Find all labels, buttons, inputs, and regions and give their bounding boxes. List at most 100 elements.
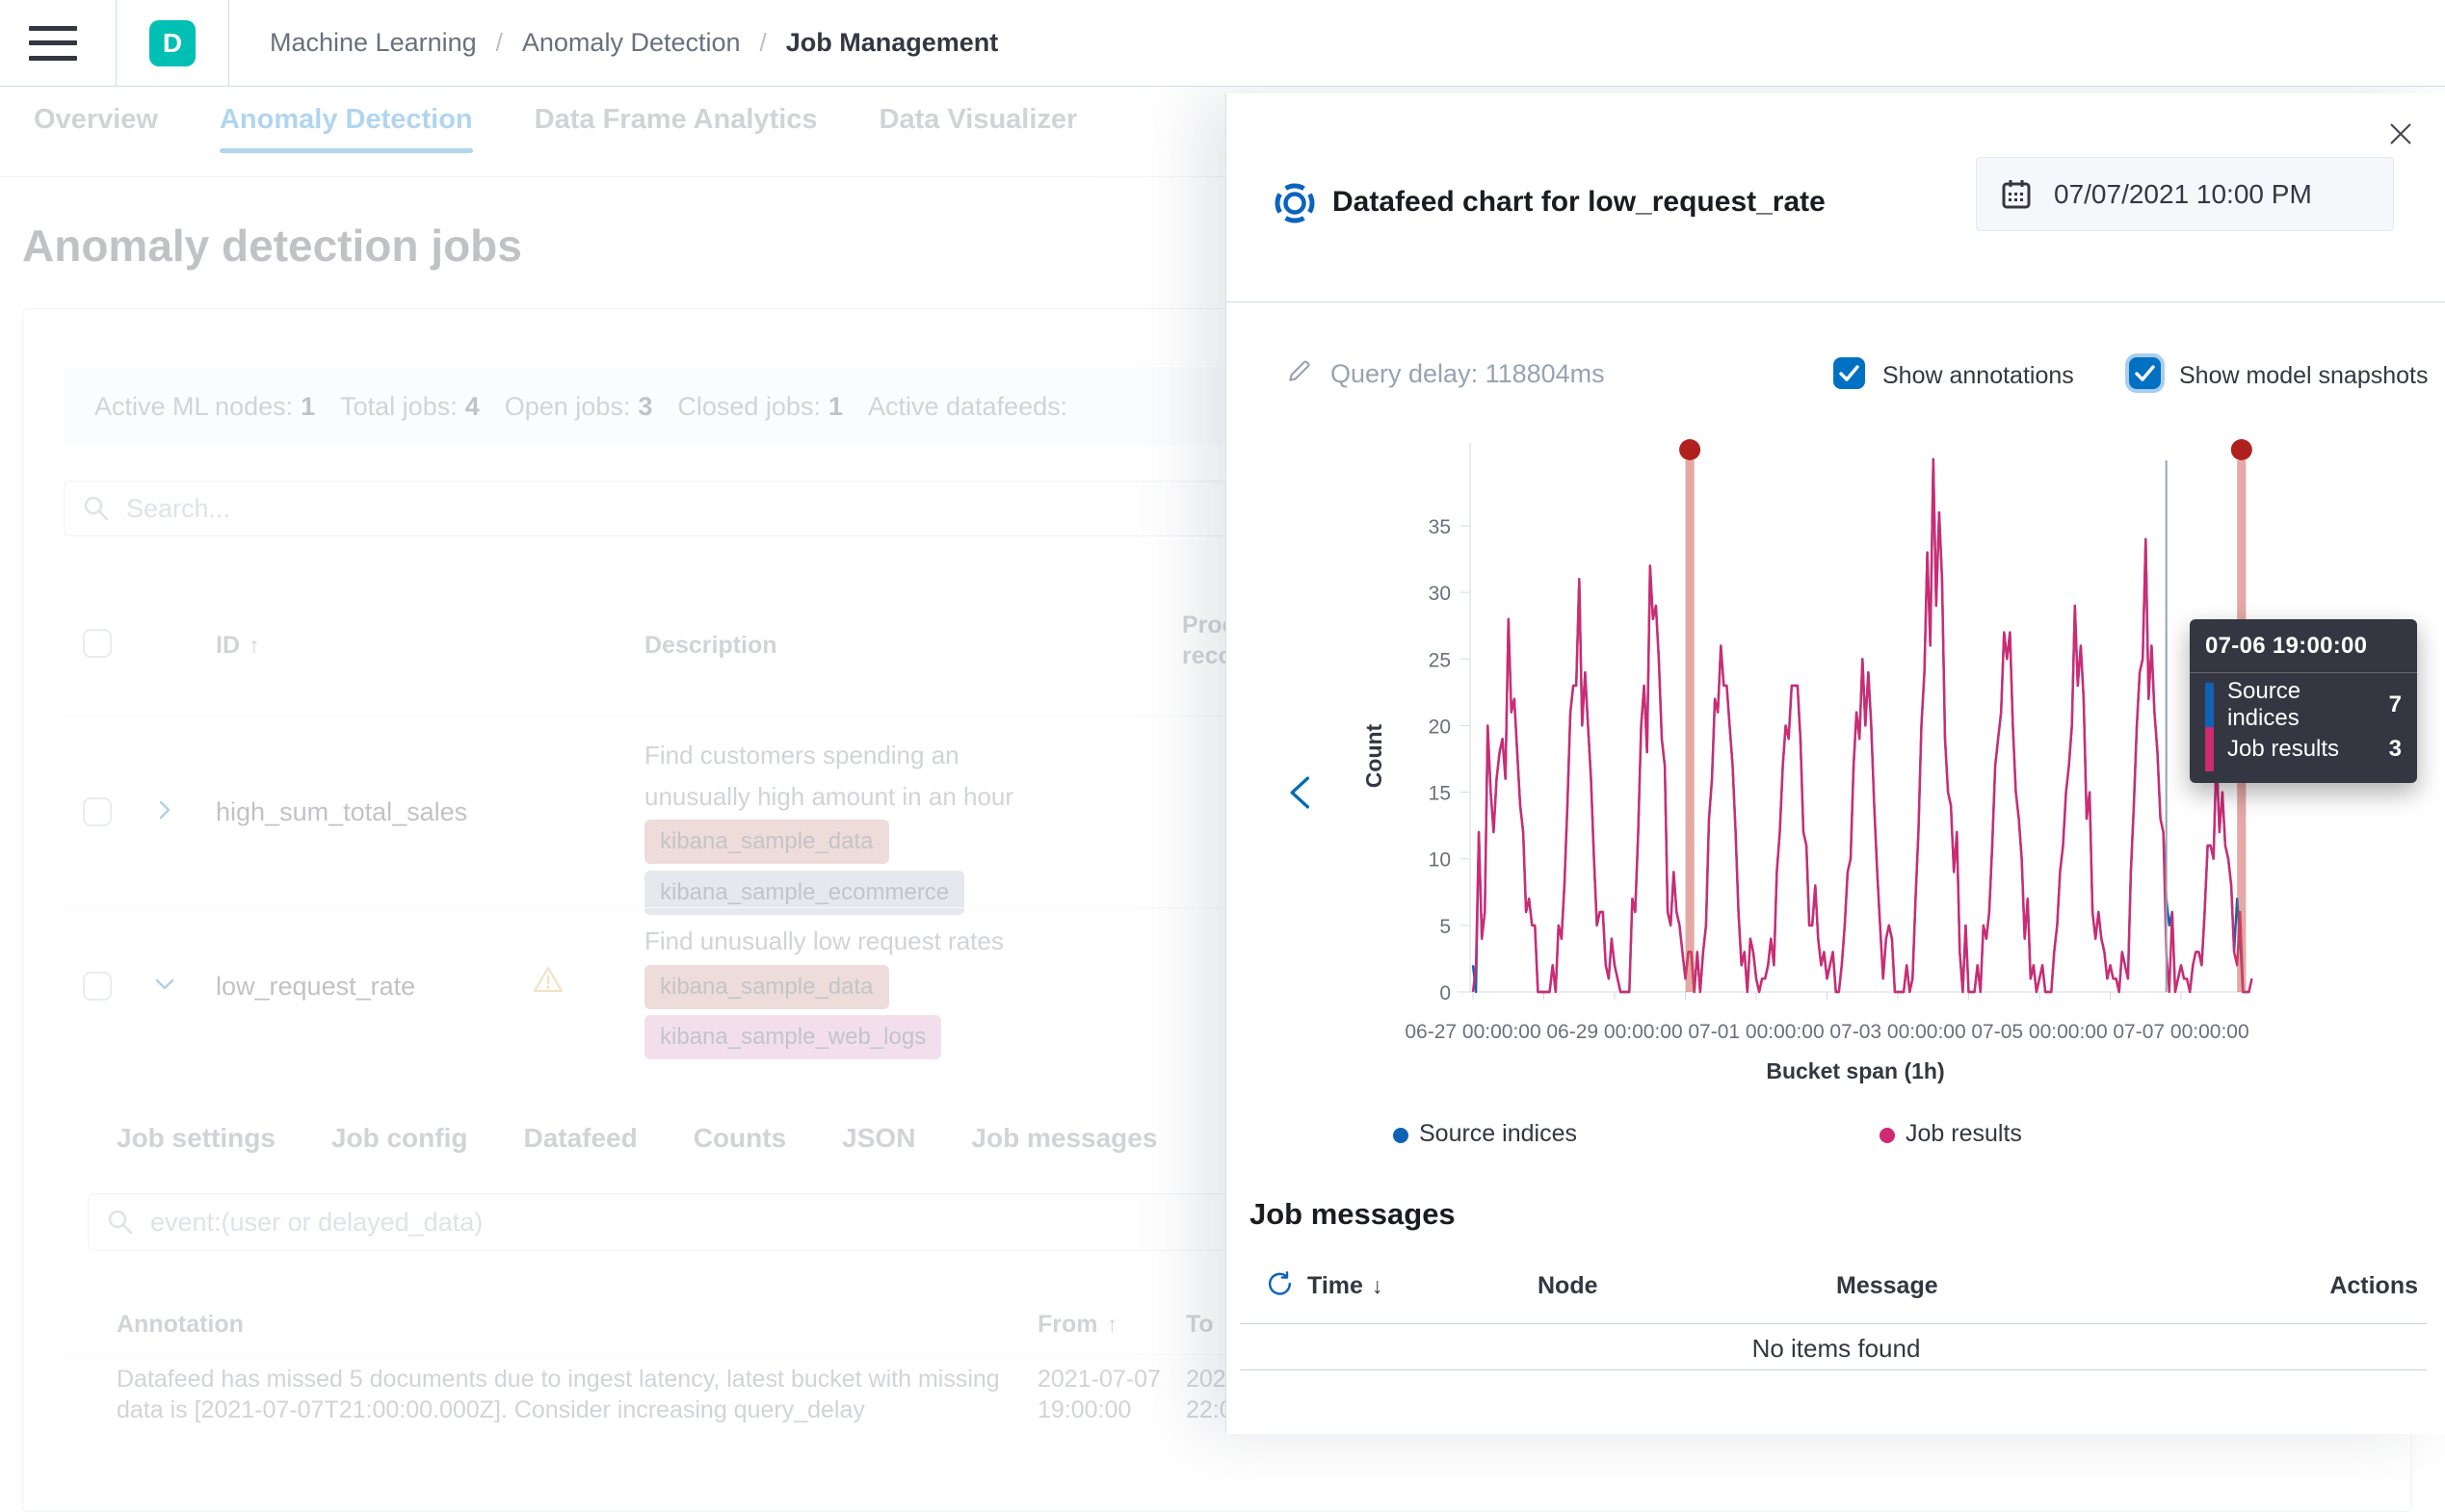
breadcrumb-job-management: Job Management	[786, 28, 999, 58]
svg-text:06-29 00:00:00: 06-29 00:00:00	[1546, 1021, 1682, 1043]
row-checkbox[interactable]	[83, 972, 112, 1001]
tab-data-visualizer[interactable]: Data Visualizer	[880, 104, 1078, 169]
sort-asc-icon: ↑	[1107, 1312, 1118, 1337]
index-badge: kibana_sample_data	[644, 965, 889, 1009]
svg-text:07-05 00:00:00: 07-05 00:00:00	[1971, 1021, 2107, 1043]
svg-text:07-03 00:00:00: 07-03 00:00:00	[1829, 1021, 1965, 1043]
svg-text:30: 30	[1429, 583, 1451, 605]
index-badge: kibana_sample_web_logs	[644, 1015, 941, 1059]
column-header-actions: Actions	[2329, 1272, 2418, 1300]
tab-anomaly-detection[interactable]: Anomaly Detection	[220, 104, 473, 169]
stat-active-ml-nodes: Active ML nodes:1	[94, 392, 315, 422]
stat-total-jobs: Total jobs:4	[340, 392, 480, 422]
legend-dot-job-results	[1880, 1128, 1895, 1143]
svg-text:07-01 00:00:00: 07-01 00:00:00	[1688, 1021, 1824, 1043]
annotation-text-line2: data is [2021-07-07T21:00:00.000Z]. Cons…	[117, 1396, 865, 1424]
tooltip-series-value: 3	[2389, 736, 2402, 763]
tooltip-series-label: Source indices	[2227, 678, 2376, 732]
flyout-title: Datafeed chart for low_request_rate	[1332, 186, 1826, 219]
legend-item-job-results[interactable]: Job results	[1906, 1120, 2022, 1148]
column-header-id[interactable]: ID↑	[216, 632, 260, 660]
tooltip-series-label: Job results	[2227, 736, 2376, 763]
chart-tooltip: 07-06 19:00:00 Source indices 7 Job resu…	[2190, 619, 2417, 783]
tab-datafeed[interactable]: Datafeed	[523, 1123, 637, 1154]
legend-dot-source-indices	[1393, 1128, 1408, 1143]
annotation-from-time: 19:00:00	[1038, 1396, 1131, 1424]
app-header: D Machine Learning Anomaly Detection Job…	[0, 0, 2445, 87]
tooltip-series-value: 7	[2389, 691, 2402, 718]
chevron-left-icon[interactable]	[1280, 768, 1325, 818]
svg-text:5: 5	[1439, 916, 1451, 938]
svg-text:06-27 00:00:00: 06-27 00:00:00	[1405, 1021, 1540, 1043]
row-checkbox[interactable]	[83, 797, 112, 826]
date-picker-value: 07/07/2021 10:00 PM	[2054, 179, 2312, 210]
tab-job-config[interactable]: Job config	[331, 1123, 468, 1154]
job-description-line1: Find customers spending an	[644, 741, 960, 770]
column-header-time[interactable]: Time↓	[1307, 1272, 1382, 1300]
show-model-snapshots-checkbox[interactable]	[2129, 357, 2161, 389]
refresh-icon[interactable]	[1265, 1270, 1294, 1299]
main-nav-tabs: Overview Anomaly Detection Data Frame An…	[34, 104, 1077, 169]
job-description-line1: Find unusually low request rates	[644, 926, 1004, 956]
stat-active-datafeeds: Active datafeeds:	[868, 392, 1075, 422]
close-icon[interactable]	[2379, 113, 2422, 155]
series-color-swatch	[2205, 727, 2214, 771]
tab-data-frame-analytics[interactable]: Data Frame Analytics	[535, 104, 818, 169]
chevron-down-icon[interactable]	[150, 970, 179, 999]
index-badge: kibana_sample_ecommerce	[644, 871, 964, 915]
svg-text:10: 10	[1429, 849, 1451, 872]
chevron-right-icon[interactable]	[150, 795, 179, 824]
edit-pencil-icon[interactable]	[1286, 357, 1313, 384]
header-divider	[116, 0, 117, 86]
date-picker[interactable]: 07/07/2021 10:00 PM	[1976, 157, 2394, 231]
legend-item-source-indices[interactable]: Source indices	[1419, 1120, 1577, 1148]
warning-icon	[532, 964, 565, 997]
annotation-text-line1: Datafeed has missed 5 documents due to i…	[117, 1366, 1000, 1394]
select-all-checkbox[interactable]	[83, 629, 112, 658]
svg-text:Count: Count	[1361, 723, 1386, 788]
show-annotations-checkbox[interactable]	[1833, 357, 1865, 389]
datafeed-chart-container: 0 5 10 15 20 25 30 35 06-27 00:00:00 06-29 00:00:…	[1226, 414, 2445, 1088]
tab-job-settings[interactable]: Job settings	[117, 1123, 276, 1154]
breadcrumb-anomaly-detection[interactable]: Anomaly Detection	[522, 28, 741, 58]
tooltip-row: Job results 3	[2205, 727, 2402, 771]
page-title: Anomaly detection jobs	[22, 220, 522, 272]
job-detail-tabs: Job settings Job config Datafeed Counts …	[117, 1123, 1157, 1154]
job-id: high_sum_total_sales	[216, 797, 467, 827]
column-header-from[interactable]: From↑	[1038, 1311, 1117, 1339]
svg-text:Bucket span (1h): Bucket span (1h)	[1766, 1058, 1944, 1083]
series-color-swatch	[2205, 683, 2214, 727]
hamburger-menu-icon[interactable]	[29, 26, 77, 61]
breadcrumb-separator	[760, 28, 767, 58]
tab-overview[interactable]: Overview	[34, 104, 158, 169]
column-header-node: Node	[1538, 1272, 1598, 1300]
tooltip-timestamp: 07-06 19:00:00	[2205, 633, 2402, 660]
tooltip-row: Source indices 7	[2205, 683, 2402, 727]
empty-table-message: No items found	[1226, 1334, 2445, 1364]
sort-desc-icon: ↓	[1372, 1273, 1383, 1298]
svg-text:20: 20	[1429, 716, 1451, 738]
column-header-description: Description	[644, 632, 777, 660]
job-id: low_request_rate	[216, 972, 415, 1002]
breadcrumb-machine-learning[interactable]: Machine Learning	[270, 28, 477, 58]
svg-text:15: 15	[1429, 783, 1451, 805]
breadcrumb-separator	[496, 28, 503, 58]
tab-job-messages[interactable]: Job messages	[971, 1123, 1157, 1154]
column-header-message: Message	[1836, 1272, 1938, 1300]
tab-counts[interactable]: Counts	[694, 1123, 786, 1154]
breadcrumb: Machine Learning Anomaly Detection Job M…	[270, 28, 998, 58]
space-avatar[interactable]: D	[149, 20, 196, 66]
svg-text:0: 0	[1439, 982, 1451, 1004]
column-header-to[interactable]: To	[1186, 1311, 1214, 1339]
stat-closed-jobs: Closed jobs:1	[677, 392, 843, 422]
search-icon	[82, 494, 111, 523]
search-icon	[106, 1208, 135, 1237]
stat-open-jobs: Open jobs:3	[505, 392, 653, 422]
show-model-snapshots-label: Show model snapshots	[2179, 362, 2428, 390]
chart-legend: Source indices Job results	[1226, 1120, 2445, 1155]
svg-text:25: 25	[1429, 649, 1451, 671]
tab-json[interactable]: JSON	[842, 1123, 915, 1154]
header-divider	[228, 0, 229, 86]
annotation-from-date: 2021-07-07	[1038, 1366, 1161, 1394]
svg-text:35: 35	[1429, 516, 1451, 538]
